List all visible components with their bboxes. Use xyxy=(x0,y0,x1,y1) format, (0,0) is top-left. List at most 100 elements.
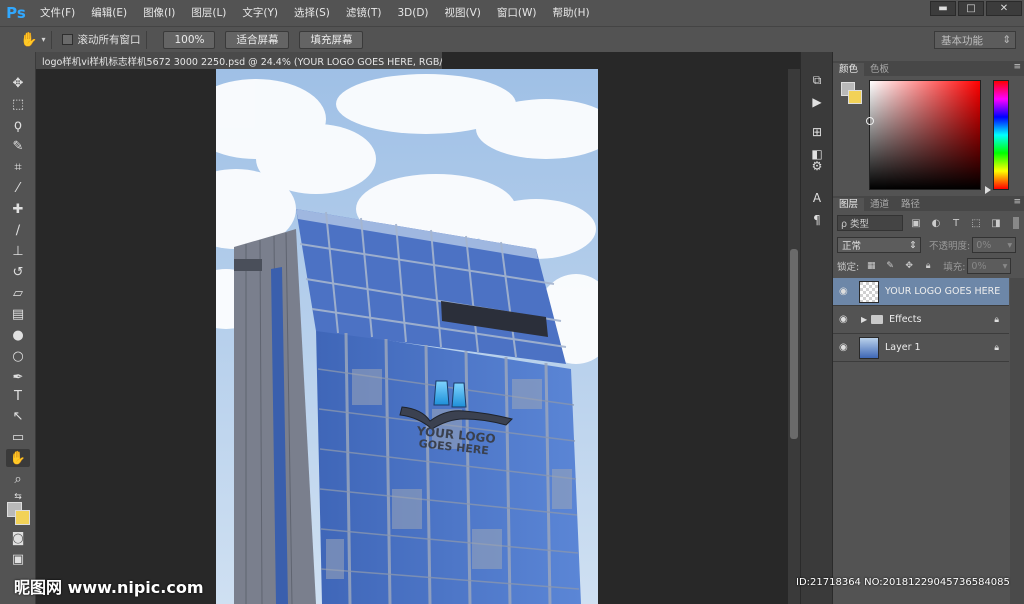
layer-name: Effects xyxy=(889,314,922,325)
actions-panel-icon[interactable]: ▶ xyxy=(809,94,825,110)
lock-transparent-icon[interactable]: ▦ xyxy=(864,259,878,273)
scroll-all-windows-checkbox[interactable] xyxy=(62,34,74,45)
blur-tool-icon[interactable]: ● xyxy=(6,326,30,344)
menu-file[interactable]: 文件(F) xyxy=(32,0,83,26)
menu-layer[interactable]: 图层(L) xyxy=(183,0,234,26)
marquee-tool-icon[interactable]: ⬚ xyxy=(6,95,30,113)
eyedropper-tool-icon[interactable]: ⁄ xyxy=(6,179,30,197)
quick-mask-icon[interactable]: ◙ xyxy=(6,529,30,547)
eye-icon[interactable]: ◉ xyxy=(839,286,855,297)
path-select-tool-icon[interactable]: ↖ xyxy=(6,407,30,425)
document-canvas[interactable]: YOUR LOGO GOES HERE xyxy=(216,69,598,604)
hand-tool-icon[interactable]: ✋ xyxy=(6,449,30,467)
layer-filter-select[interactable]: ρ 类型 xyxy=(837,215,903,231)
options-bar: ✋ ▾ 滚动所有窗口 100% 适合屏幕 填充屏幕 基本功能 ⇕ xyxy=(0,26,1024,52)
rectangle-tool-icon[interactable]: ▭ xyxy=(6,428,30,446)
tab-swatches[interactable]: 色板 xyxy=(864,63,895,76)
brush-tool-icon[interactable]: ∕ xyxy=(6,221,30,239)
menu-window[interactable]: 窗口(W) xyxy=(489,0,545,26)
hue-slider-arrow-icon[interactable] xyxy=(985,186,991,194)
shape-filter-icon[interactable]: ⬚ xyxy=(969,216,983,230)
tool-preset-caret-icon[interactable]: ▾ xyxy=(41,35,45,44)
crop-tool-icon[interactable]: ⌗ xyxy=(6,158,30,176)
scrollbar-thumb[interactable] xyxy=(790,249,798,439)
clone-stamp-tool-icon[interactable]: ⊥ xyxy=(6,242,30,260)
properties-panel-icon[interactable]: ⊞ xyxy=(809,124,825,140)
move-tool-icon[interactable]: ✥ xyxy=(6,74,30,92)
image-filter-icon[interactable]: ▣ xyxy=(909,216,923,230)
zoom-100-button[interactable]: 100% xyxy=(163,30,216,49)
lock-position-icon[interactable]: ✥ xyxy=(902,259,916,273)
tab-paths[interactable]: 路径 xyxy=(895,198,926,211)
fill-input[interactable]: 0% ▾ xyxy=(967,258,1012,274)
filter-toggle[interactable] xyxy=(1013,217,1019,229)
history-brush-tool-icon[interactable]: ↺ xyxy=(6,263,30,281)
layer-row-layer1[interactable]: ◉ Layer 1 🔒︎ xyxy=(833,334,1009,362)
lock-all-icon[interactable]: 🔒︎ xyxy=(921,259,935,273)
type-tool-icon[interactable]: T xyxy=(6,387,30,405)
lasso-tool-icon[interactable]: ϙ xyxy=(6,116,30,134)
pen-tool-icon[interactable]: ✒ xyxy=(6,368,30,386)
adjustment-filter-icon[interactable]: ◐ xyxy=(929,216,943,230)
color-picker-cursor[interactable] xyxy=(866,117,874,125)
minimize-button[interactable]: ▬ xyxy=(930,1,956,16)
expand-caret-icon[interactable]: ▶ xyxy=(861,315,867,324)
hand-icon[interactable]: ✋ xyxy=(20,32,37,48)
document-tab[interactable]: logo样机vi样机标志样机5672 3000 2250.psd @ 24.4%… xyxy=(36,52,442,69)
menu-edit[interactable]: 编辑(E) xyxy=(83,0,135,26)
quick-select-tool-icon[interactable]: ✎ xyxy=(6,137,30,155)
menu-image[interactable]: 图像(I) xyxy=(135,0,183,26)
gradient-tool-icon[interactable]: ▤ xyxy=(6,305,30,323)
opacity-label: 不透明度: xyxy=(929,241,971,252)
opacity-input[interactable]: 0% ▾ xyxy=(972,237,1017,253)
menu-help[interactable]: 帮助(H) xyxy=(545,0,598,26)
close-button[interactable]: ✕ xyxy=(986,1,1022,16)
eraser-tool-icon[interactable]: ▱ xyxy=(6,284,30,302)
tools-panel: ✥ ⬚ ϙ ✎ ⌗ ⁄ ✚ ∕ ⊥ ↺ ▱ ▤ ● ○ ✒ T ↖ ▭ ✋ ⌕ … xyxy=(0,52,36,604)
photoshop-logo: Ps xyxy=(6,4,26,22)
watermark-left: 昵图网 www.nipic.com xyxy=(14,578,204,597)
lock-icon: 🔒︎ xyxy=(994,314,999,325)
smart-object-filter-icon[interactable]: ◨ xyxy=(989,216,1003,230)
lock-image-icon[interactable]: ✎ xyxy=(883,259,897,273)
tab-channels[interactable]: 通道 xyxy=(864,198,895,211)
history-panel-icon[interactable]: ⧉ xyxy=(809,72,825,88)
layers-scrollbar[interactable] xyxy=(1010,278,1024,604)
blend-mode-select[interactable]: 正常 ⇕ xyxy=(837,237,921,253)
zoom-tool-icon[interactable]: ⌕ xyxy=(6,470,30,488)
dodge-tool-icon[interactable]: ○ xyxy=(6,347,30,365)
paragraph-panel-icon[interactable]: ¶ xyxy=(809,212,825,228)
background-color-swatch[interactable] xyxy=(15,510,30,525)
color-background-swatch[interactable] xyxy=(848,90,862,104)
separator xyxy=(146,30,148,49)
menu-filter[interactable]: 滤镜(T) xyxy=(338,0,390,26)
eye-icon[interactable]: ◉ xyxy=(839,314,855,325)
panel-menu-icon[interactable]: ≡ xyxy=(1013,197,1021,207)
menu-3d[interactable]: 3D(D) xyxy=(389,0,436,26)
workspace-label: 基本功能 xyxy=(941,34,983,47)
brush-presets-panel-icon[interactable]: ⚙ xyxy=(809,158,825,174)
layer-row-logo[interactable]: ◉ YOUR LOGO GOES HERE xyxy=(833,278,1009,306)
restore-button[interactable]: □ xyxy=(958,1,984,16)
panel-menu-icon[interactable]: ≡ xyxy=(1013,62,1021,72)
screen-mode-icon[interactable]: ▣ xyxy=(6,550,30,568)
tab-color[interactable]: 颜色 xyxy=(833,63,865,76)
layer-name: Layer 1 xyxy=(885,342,921,353)
menu-select[interactable]: 选择(S) xyxy=(286,0,338,26)
type-filter-icon[interactable]: T xyxy=(949,216,963,230)
color-picker-field[interactable] xyxy=(866,80,981,190)
canvas-area[interactable]: YOUR LOGO GOES HERE xyxy=(36,69,788,604)
character-panel-icon[interactable]: A xyxy=(809,190,825,206)
menu-view[interactable]: 视图(V) xyxy=(437,0,489,26)
healing-brush-tool-icon[interactable]: ✚ xyxy=(6,200,30,218)
layer-row-effects[interactable]: ◉ ▶ Effects 🔒︎ xyxy=(833,306,1009,334)
tab-layers[interactable]: 图层 xyxy=(833,198,865,211)
eye-icon[interactable]: ◉ xyxy=(839,342,855,353)
workspace-select[interactable]: 基本功能 ⇕ xyxy=(934,31,1016,49)
canvas-vertical-scrollbar[interactable] xyxy=(788,69,800,604)
fill-value: 0% xyxy=(971,260,987,272)
fill-screen-button[interactable]: 填充屏幕 xyxy=(299,30,364,49)
menu-type[interactable]: 文字(Y) xyxy=(234,0,286,26)
hue-slider[interactable] xyxy=(993,80,1009,190)
fit-screen-button[interactable]: 适合屏幕 xyxy=(225,30,290,49)
